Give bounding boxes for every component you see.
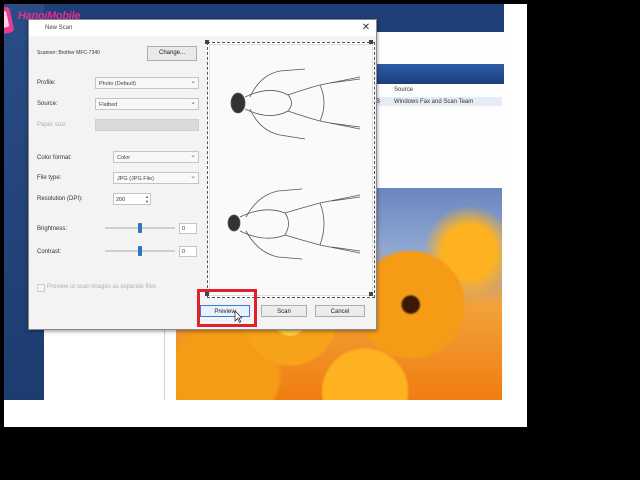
paper-size-select <box>95 119 199 131</box>
column-source-header[interactable]: Source <box>394 87 413 93</box>
row-source: Windows Fax and Scan Team <box>394 99 474 105</box>
contrast-value[interactable]: 0 <box>179 246 197 257</box>
brightness-slider[interactable] <box>105 223 175 233</box>
new-scan-dialog: New Scan ✕ Scanner: Brother MFC-7340 Cha… <box>28 19 377 330</box>
crop-handle[interactable] <box>205 40 209 44</box>
source-select[interactable]: Flatbed <box>95 97 199 110</box>
separate-files-label: Preview or scan images as separate files <box>47 284 157 290</box>
scan-button[interactable]: Scan <box>261 305 307 317</box>
profile-label: Profile: <box>37 80 56 86</box>
source-label: Source: <box>37 101 58 107</box>
slider-thumb[interactable] <box>138 246 142 256</box>
spinner-arrows-icon[interactable]: ▲ ▼ <box>145 194 149 204</box>
resolution-label: Resolution (DPI): <box>37 196 83 202</box>
resolution-spinner[interactable]: 200 ▲ ▼ <box>113 193 151 205</box>
file-type-label: File type: <box>37 175 62 181</box>
crop-handle[interactable] <box>369 40 373 44</box>
scanner-label: Scanner: Brother MFC-7340 <box>37 50 100 56</box>
paper-size-label: Paper size: <box>37 122 68 128</box>
slider-thumb[interactable] <box>138 223 142 233</box>
brightness-value[interactable]: 0 <box>179 223 197 234</box>
crop-handle[interactable] <box>369 292 373 296</box>
screen: Source KB Windows Fax and Scan Team New … <box>4 4 527 427</box>
desktop-bottom <box>4 400 527 427</box>
change-scanner-button[interactable]: Change... <box>147 46 197 61</box>
contrast-slider[interactable] <box>105 246 175 256</box>
resolution-value: 200 <box>116 197 126 203</box>
brightness-label: Brightness: <box>37 226 68 232</box>
separate-files-checkbox[interactable] <box>37 284 45 292</box>
phone-logo-icon <box>4 6 15 36</box>
hanoimobile-watermark: HanoiMobile <box>4 6 110 38</box>
contrast-label: Contrast: <box>37 249 62 255</box>
close-icon[interactable]: ✕ <box>360 22 372 34</box>
preview-image <box>209 44 373 296</box>
mouse-cursor-icon <box>234 311 242 323</box>
profile-select[interactable]: Photo (Default) <box>95 76 199 89</box>
color-format-label: Color format: <box>37 155 72 161</box>
color-format-select[interactable]: Color <box>113 150 199 163</box>
anatomy-drawing-icon <box>227 68 361 260</box>
file-type-select[interactable]: JPG (JPG File) <box>113 171 199 184</box>
cancel-button[interactable]: Cancel <box>315 305 365 317</box>
watermark-text: HanoiMobile <box>18 10 81 22</box>
preview-highlight-box <box>197 289 257 327</box>
